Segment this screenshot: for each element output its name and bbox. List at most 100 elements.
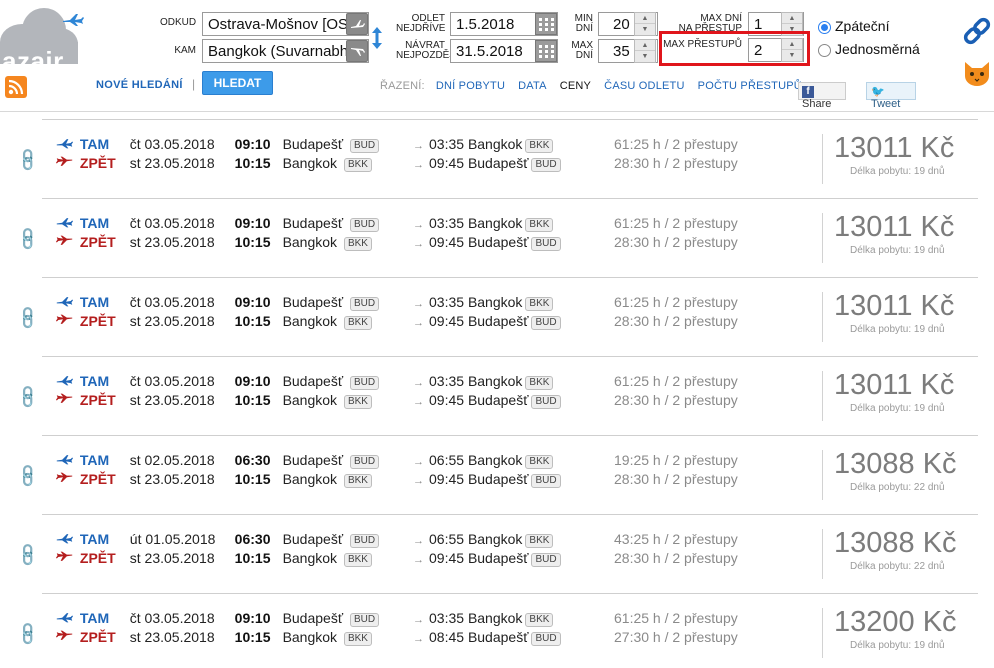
leg-date: st 23.05.2018 [129,550,215,566]
new-search-link[interactable]: NOVÉ HLEDÁNÍ [96,79,183,91]
airport-code: BUD [349,455,380,469]
result-row[interactable]: 🔗 TAM út 01.05.2018 06:30 Budapešť BUD Z… [0,507,994,586]
swap-arrows-icon[interactable] [371,26,383,50]
chain-link-icon[interactable]: 🔗 [14,541,42,569]
price-divider [822,134,823,184]
arrival-time: 06:55 [429,452,465,468]
arrow-right-icon: → [413,554,424,566]
from-field[interactable]: Ostrava-Mošnov [OS [202,12,369,36]
sort-by-transfers[interactable]: POČTU PŘESTUPŮ [698,80,802,92]
departure-city: Bangkok [282,392,338,408]
outbound-leg: TAM čt 03.05.2018 09:10 Budapešť BUD [56,373,380,391]
result-row[interactable]: 🔗 TAM st 02.05.2018 06:30 Budapešť BUD Z… [0,428,994,507]
sort-by-date[interactable]: DATA [518,80,547,92]
plane-takeoff-icon [56,532,76,547]
leg-date: st 23.05.2018 [129,629,215,645]
airport-code: BUD [531,553,561,567]
chain-link-icon[interactable] [962,16,992,46]
cat-icon[interactable] [962,58,992,88]
price[interactable]: 13088 Kč [834,448,957,481]
departure-city: Bangkok [282,629,338,645]
stay-length: Délka pobytu: 22 dnů [850,482,945,493]
from-picker-icon[interactable] [346,13,368,35]
price-divider [822,213,823,263]
departure-city: Bangkok [282,471,338,487]
calendar-icon[interactable] [535,13,557,35]
results-list: 🔗 TAM čt 03.05.2018 09:10 Budapešť BUD Z… [0,112,994,665]
to-field[interactable]: Bangkok (Suvarnabh [202,39,369,63]
result-row[interactable]: 🔗 TAM čt 03.05.2018 09:10 Budapešť BUD Z… [0,586,994,665]
arrival-city: Budapešť [467,471,529,487]
result-row[interactable]: 🔗 TAM čt 03.05.2018 09:10 Budapešť BUD Z… [0,349,994,428]
price[interactable]: 13011 Kč [834,132,954,165]
sort-by-stay-length[interactable]: DNÍ POBYTU [436,80,505,92]
airport-code: BUD [531,316,561,330]
price-divider [822,450,823,500]
arrival-time: 09:45 [429,550,465,566]
return-leg: ZPĚT st 23.05.2018 10:15 Bangkok BKK [56,155,372,173]
price[interactable]: 13088 Kč [834,527,957,560]
leg-date: st 23.05.2018 [129,392,215,408]
stay-length: Délka pobytu: 19 dnů [850,324,945,335]
facebook-share-button[interactable]: fShare [798,82,846,110]
return-arrival: → 09:45 Budapešť BUD [413,550,561,567]
leg-direction: TAM [79,452,110,468]
chain-link-icon[interactable]: 🔗 [14,383,42,411]
search-header: azair ODKUD KAM Ostrava-Mošnov [OS Bangk… [0,0,994,112]
max-days-stepper[interactable]: ▲ ▼ [634,39,656,63]
leg-direction: TAM [79,215,110,231]
airport-code: BKK [525,455,554,469]
round-trip-radio[interactable] [818,21,831,34]
chain-link-icon[interactable]: 🔗 [14,462,42,490]
outbound-arrival: → 03:35 Bangkok BKK [413,610,554,627]
return-arrival: → 09:45 Budapešť BUD [413,155,561,172]
search-button[interactable]: HLEDAT [202,71,273,95]
departure-city: Bangkok [282,155,338,171]
calendar-icon[interactable] [535,40,557,62]
chain-link-icon[interactable]: 🔗 [14,225,42,253]
departure-time: 09:10 [234,215,271,231]
leg-direction: ZPĚT [79,471,116,487]
arrival-city: Bangkok [467,294,523,310]
min-days-stepper[interactable]: ▲ ▼ [634,12,656,36]
chain-link-icon[interactable]: 🔗 [14,304,42,332]
rss-icon[interactable] [5,76,27,98]
leg-direction: ZPĚT [79,313,116,329]
return-duration: 28:30 h / 2 přestupy [614,234,738,250]
arrow-right-icon: → [413,456,424,468]
chain-link-icon[interactable]: 🔗 [14,146,42,174]
one-way-label[interactable]: Jednosměrná [835,41,920,57]
round-trip-label[interactable]: Zpáteční [835,18,889,34]
one-way-radio[interactable] [818,44,831,57]
departure-city: Budapešť [282,215,344,231]
outbound-leg: TAM čt 03.05.2018 09:10 Budapešť BUD [56,215,380,233]
chain-link-icon[interactable]: 🔗 [14,620,42,648]
outbound-leg: TAM čt 03.05.2018 09:10 Budapešť BUD [56,136,380,154]
plane-landing-icon [56,393,76,408]
result-row[interactable]: 🔗 TAM čt 03.05.2018 09:10 Budapešť BUD Z… [0,112,994,191]
plane-landing-icon [56,551,76,566]
sort-by-price[interactable]: CENY [560,80,591,92]
airport-code: BKK [343,553,372,567]
price[interactable]: 13011 Kč [834,369,954,402]
logo-text: azair [2,46,64,76]
to-picker-icon[interactable] [346,40,368,62]
price[interactable]: 13011 Kč [834,290,954,323]
return-duration: 28:30 h / 2 přestupy [614,313,738,329]
price-divider [822,608,823,658]
return-arrival: → 09:45 Budapešť BUD [413,313,561,330]
result-row[interactable]: 🔗 TAM čt 03.05.2018 09:10 Budapešť BUD Z… [0,270,994,349]
price[interactable]: 13200 Kč [834,606,957,639]
result-row[interactable]: 🔗 TAM čt 03.05.2018 09:10 Budapešť BUD Z… [0,191,994,270]
sort-label: ŘAZENÍ: [380,80,425,92]
leg-direction: TAM [79,136,110,152]
departure-city: Bangkok [282,234,338,250]
departure-city: Budapešť [282,610,344,626]
outbound-leg: TAM čt 03.05.2018 09:10 Budapešť BUD [56,294,380,312]
outbound-duration: 61:25 h / 2 přestupy [614,373,738,389]
airport-code: BUD [531,158,561,172]
leg-date: čt 03.05.2018 [129,215,215,231]
price[interactable]: 13011 Kč [834,211,954,244]
tweet-button[interactable]: 🐦 Tweet [866,82,916,110]
sort-by-departure-time[interactable]: ČASU ODLETU [604,80,684,92]
